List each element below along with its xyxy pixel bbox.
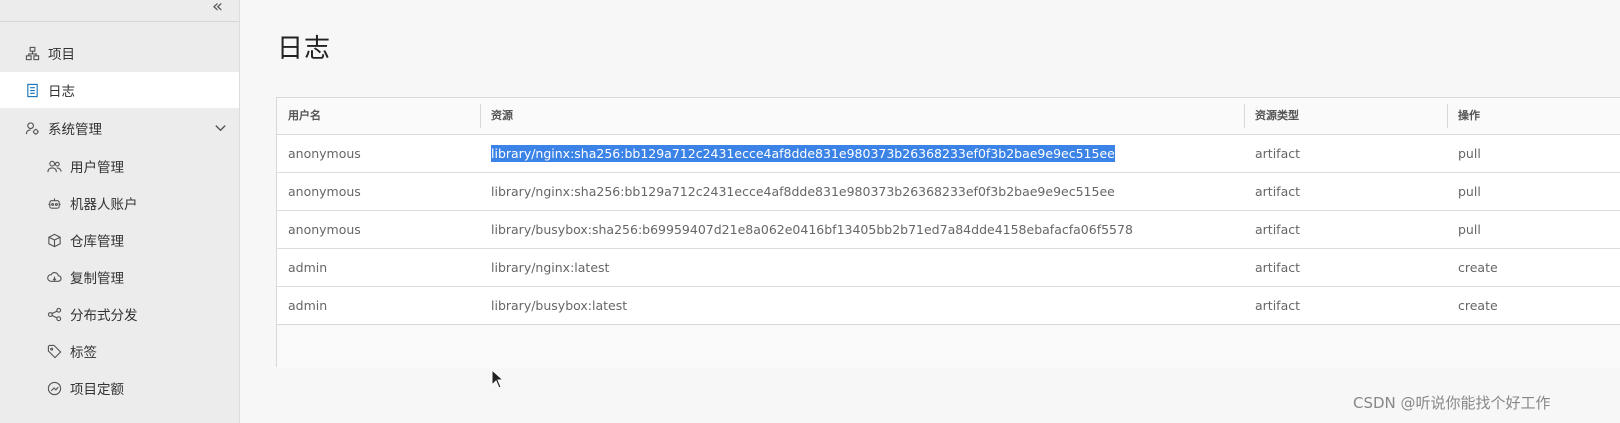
cell-username: anonymous <box>288 184 361 199</box>
distribution-icon <box>46 306 62 322</box>
sidebar-item-robot-accounts[interactable]: 机器人账户 <box>0 185 239 221</box>
column-header-resource[interactable]: 资源 <box>480 98 1244 134</box>
page-title: 日志 <box>277 34 332 64</box>
cell-resource: library/nginx:latest <box>491 260 610 275</box>
sidebar-item-logs[interactable]: 日志 <box>0 72 239 108</box>
cell-resource-type: artifact <box>1255 222 1301 237</box>
tag-icon <box>46 343 62 359</box>
watermark: CSDN @听说你能找个好工作 <box>1353 394 1551 412</box>
cell-username: anonymous <box>288 146 361 161</box>
sidebar-item-label: 日志 <box>48 84 75 100</box>
cell-resource-type: artifact <box>1255 146 1301 161</box>
quota-icon <box>46 380 62 396</box>
table-row[interactable]: anonymous library/nginx:sha256:bb129a712… <box>277 135 1620 173</box>
chevron-down-icon[interactable] <box>214 121 227 138</box>
sidebar-item-label: 机器人账户 <box>70 197 138 213</box>
sidebar-item-label: 系统管理 <box>48 122 102 138</box>
cell-resource-type: artifact <box>1255 298 1301 313</box>
cell-resource[interactable]: library/nginx:sha256:bb129a712c2431ecce4… <box>480 135 1115 173</box>
sidebar-item-users[interactable]: 用户管理 <box>0 148 239 184</box>
registry-icon <box>46 232 62 248</box>
cell-operation: pull <box>1458 146 1481 161</box>
selected-text[interactable]: library/nginx:sha256:bb129a712c2431ecce4… <box>491 145 1115 162</box>
sidebar-item-projects[interactable]: 项目 <box>0 35 239 71</box>
sidebar-item-labels[interactable]: 标签 <box>0 333 239 369</box>
sidebar-item-label: 标签 <box>70 345 97 361</box>
cell-resource: library/nginx:sha256:bb129a712c2431ecce4… <box>491 184 1115 199</box>
cell-username: anonymous <box>288 222 361 237</box>
projects-icon <box>24 45 40 61</box>
sidebar-item-label: 项目定额 <box>70 382 124 398</box>
table-footer <box>277 324 1620 368</box>
column-header-operation[interactable]: 操作 <box>1447 98 1620 134</box>
sidebar-item-distributions[interactable]: 分布式分发 <box>0 296 239 332</box>
cell-username: admin <box>288 260 328 275</box>
cell-username: admin <box>288 298 328 313</box>
users-icon <box>46 158 62 174</box>
cell-resource-type: artifact <box>1255 184 1301 199</box>
cell-operation: create <box>1458 260 1498 275</box>
sidebar-item-label: 复制管理 <box>70 271 124 287</box>
sidebar-item-label: 项目 <box>48 47 75 63</box>
cell-operation: create <box>1458 298 1498 313</box>
cell-resource-type: artifact <box>1255 260 1301 275</box>
cell-resource: library/busybox:latest <box>491 298 628 313</box>
cell-resource: library/busybox:sha256:b69959407d21e8a06… <box>491 222 1133 237</box>
table-row[interactable]: anonymous library/busybox:sha256:b699594… <box>277 211 1620 249</box>
table-row[interactable]: admin library/busybox:latest artifact cr… <box>277 287 1620 325</box>
sidebar-item-label: 分布式分发 <box>70 308 138 324</box>
audit-log-table: 用户名 资源 资源类型 操作 anonymous library/nginx:s… <box>276 97 1620 368</box>
divider <box>0 21 239 22</box>
table-row[interactable]: anonymous library/nginx:sha256:bb129a712… <box>277 173 1620 211</box>
sidebar-item-admin[interactable]: 系统管理 <box>0 110 239 146</box>
admin-icon <box>24 120 40 136</box>
sidebar-item-registries[interactable]: 仓库管理 <box>0 222 239 258</box>
logs-icon <box>24 82 40 98</box>
sidebar-item-project-quotas[interactable]: 项目定额 <box>0 370 239 406</box>
collapse-sidebar-icon[interactable]: « <box>212 0 223 16</box>
table-header: 用户名 资源 资源类型 操作 <box>277 98 1620 135</box>
cell-operation: pull <box>1458 222 1481 237</box>
robot-icon <box>46 195 62 211</box>
cell-operation: pull <box>1458 184 1481 199</box>
sidebar-nav: « 项目 日志 系统管理 用户管理 机器人账户 仓库管理 复制管理 分布式分发 … <box>0 0 240 423</box>
replication-icon <box>46 269 62 285</box>
sidebar-item-label: 仓库管理 <box>70 234 124 250</box>
sidebar-item-replications[interactable]: 复制管理 <box>0 259 239 295</box>
column-header-username[interactable]: 用户名 <box>277 98 480 134</box>
mouse-cursor-icon <box>491 369 503 389</box>
column-header-resource-type[interactable]: 资源类型 <box>1244 98 1447 134</box>
table-row[interactable]: admin library/nginx:latest artifact crea… <box>277 249 1620 287</box>
sidebar-item-label: 用户管理 <box>70 160 124 176</box>
